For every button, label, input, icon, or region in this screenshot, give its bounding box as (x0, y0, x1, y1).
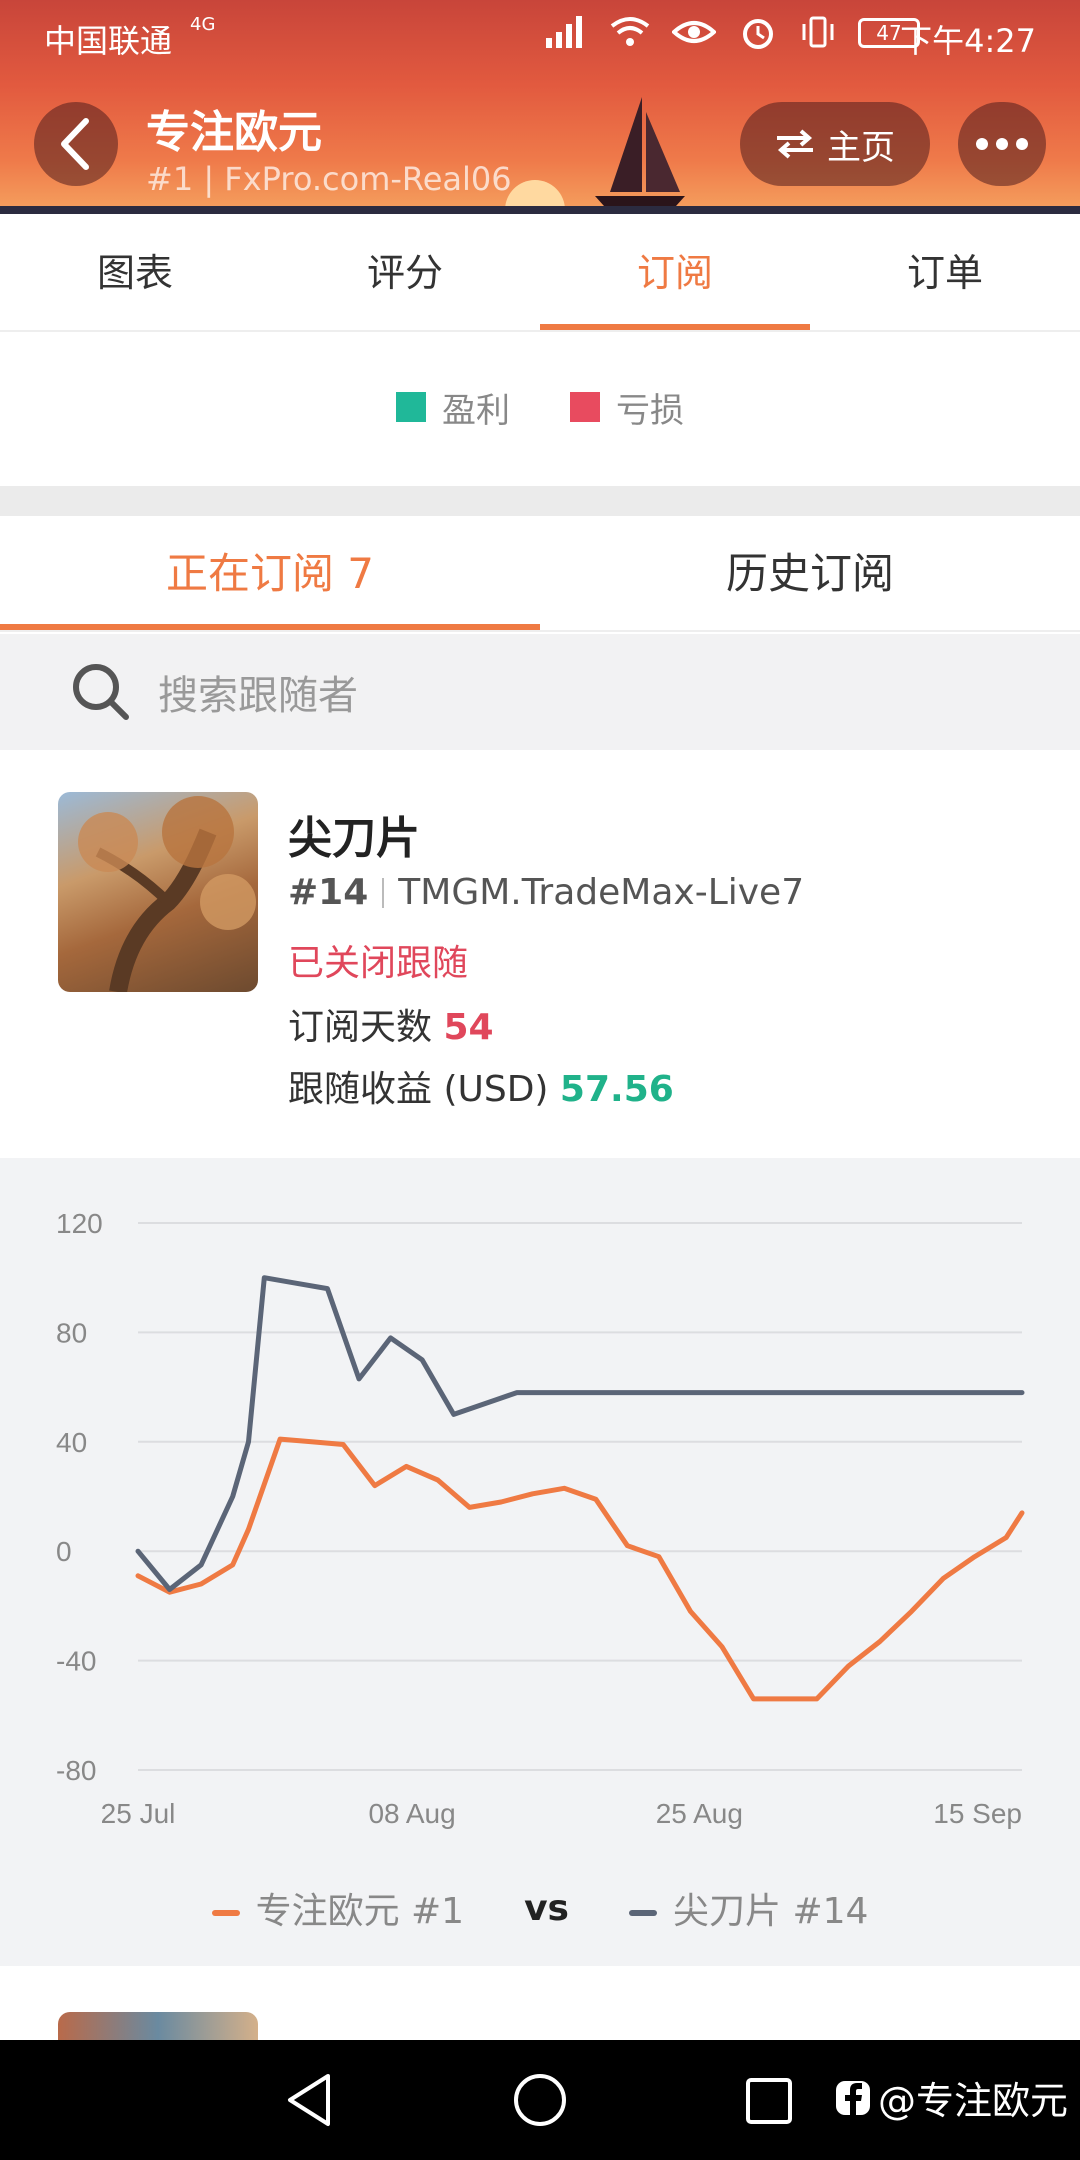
legend-loss-label: 亏损 (616, 390, 684, 431)
days-value: 54 (443, 1007, 494, 1048)
chart-canvas: 120 80 40 0 -40 -8025 Jul 08 Aug 25 Aug 15 Sep (56, 1208, 1025, 1829)
watermark-text: @专注欧元 (877, 2079, 1068, 2123)
y-tick-label: 40 (56, 1427, 87, 1458)
tab-active-subscriptions[interactable]: 正在订阅 7 (0, 516, 540, 630)
home-button[interactable]: 主页 (740, 102, 930, 186)
tab-subscription[interactable]: 订阅 (540, 214, 810, 330)
nav-back-icon[interactable] (284, 2072, 334, 2128)
subscription-days: 订阅天数 54 (288, 998, 494, 1050)
legend-series-1: 专注欧元 #1 (211, 1882, 465, 1934)
page-title: 专注欧元 (146, 107, 322, 158)
sea-horizon (0, 206, 1080, 214)
swap-icon (777, 129, 813, 159)
follower-account-line: #14 TMGM.TradeMax-Live7 (288, 872, 804, 913)
legend-vs: vs (524, 1887, 569, 1929)
more-dot-icon (976, 138, 988, 150)
carrier-label: 中国联通 (44, 22, 173, 60)
follow-profit: 跟随收益 (USD) 57.56 (288, 1060, 674, 1112)
nav-recents-icon[interactable] (744, 2076, 794, 2126)
y-tick-label: 120 (56, 1208, 103, 1239)
legend-series-1-label: 专注欧元 #1 (255, 1891, 465, 1932)
profit-loss-legend: 盈利 亏损 (0, 372, 1080, 442)
follower-name: 尖刀片 (288, 813, 420, 864)
tab-rating[interactable]: 评分 (270, 214, 540, 330)
follower-rank: #14 (288, 872, 369, 913)
header-banner: 中国联通 4G 47 下午4:27 专注欧元 #1 | FxPro.com-Re… (0, 0, 1080, 214)
tab-orders[interactable]: 订单 (810, 214, 1080, 330)
more-dot-icon (996, 138, 1008, 150)
search-icon (73, 664, 129, 720)
more-options-button[interactable] (958, 102, 1046, 186)
x-tick-label: 08 Aug (368, 1798, 455, 1829)
eye-icon (672, 21, 716, 43)
avatar[interactable] (58, 792, 258, 992)
y-tick-label: -40 (56, 1646, 96, 1677)
home-button-label: 主页 (827, 127, 895, 168)
comparison-chart: 120 80 40 0 -40 -80 25 Jul 08 Aug 25 Aug 15 Sep 专… (0, 1158, 1080, 1966)
account-subtitle: #1 | FxPro.com-Real06 (146, 160, 512, 198)
chart-legend: 专注欧元 #1 vs 尖刀片 #14 (0, 1878, 1080, 1938)
series-2-swatch (629, 1910, 657, 1916)
y-tick-label: -80 (56, 1755, 96, 1786)
next-card-preview[interactable] (0, 1966, 1080, 2040)
back-button[interactable] (34, 102, 118, 186)
tab-history-subscriptions[interactable]: 历史订阅 (540, 516, 1080, 630)
facebook-logo-icon (835, 2080, 870, 2115)
alarm-icon (743, 19, 773, 49)
system-nav-bar: @专注欧元 (0, 2040, 1080, 2160)
nav-home-icon[interactable] (512, 2072, 568, 2128)
legend-series-2: 尖刀片 #14 (629, 1882, 868, 1934)
loss-swatch (570, 392, 600, 422)
days-label: 订阅天数 (288, 1007, 433, 1048)
y-tick-label: 80 (56, 1317, 87, 1348)
series-line-2 (135, 1275, 1025, 1592)
more-dot-icon (1016, 138, 1028, 150)
profit-value: 57.56 (559, 1069, 674, 1110)
avatar (58, 2012, 258, 2040)
legend-profit: 盈利 (396, 372, 510, 442)
network-type: 4G (190, 14, 216, 35)
tab-chart[interactable]: 图表 (0, 214, 270, 330)
follower-server: TMGM.TradeMax-Live7 (398, 872, 805, 913)
profit-label: 跟随收益 (USD) (288, 1069, 549, 1110)
status-bar: 中国联通 4G 47 下午4:27 (0, 0, 1080, 72)
status-icons: 47 (544, 14, 920, 50)
search-input[interactable]: 搜索跟随者 (158, 663, 358, 721)
follower-search-bar[interactable]: 搜索跟随者 (0, 634, 1080, 750)
wifi-icon (610, 17, 650, 46)
follower-card[interactable]: 尖刀片 #14 TMGM.TradeMax-Live7 已关闭跟随 订阅天数 5… (0, 750, 1080, 1155)
vibrate-icon (802, 16, 834, 48)
legend-series-2-label: 尖刀片 #14 (673, 1891, 869, 1932)
x-tick-label: 15 Sep (933, 1798, 1022, 1829)
legend-loss: 亏损 (570, 372, 684, 442)
signal-icon (546, 16, 582, 48)
watermark: @专注欧元 (834, 2070, 1068, 2125)
legend-profit-label: 盈利 (442, 390, 510, 431)
y-tick-label: 0 (56, 1536, 72, 1567)
subscription-tab-bar: 正在订阅 7 历史订阅 (0, 516, 1080, 632)
tree-photo (78, 796, 256, 992)
chevron-left-icon (61, 118, 89, 170)
section-divider (0, 486, 1080, 516)
profit-swatch (396, 392, 426, 422)
clock-time: 下午4:27 (900, 22, 1036, 60)
sailboat-image (595, 97, 685, 206)
series-1-swatch (211, 1910, 240, 1916)
main-tab-bar: 图表 评分 订阅 订单 (0, 214, 1080, 332)
x-tick-label: 25 Jul (101, 1798, 176, 1829)
divider (382, 877, 385, 908)
x-tick-label: 25 Aug (656, 1798, 743, 1829)
follow-status: 已关闭跟随 (288, 943, 469, 984)
